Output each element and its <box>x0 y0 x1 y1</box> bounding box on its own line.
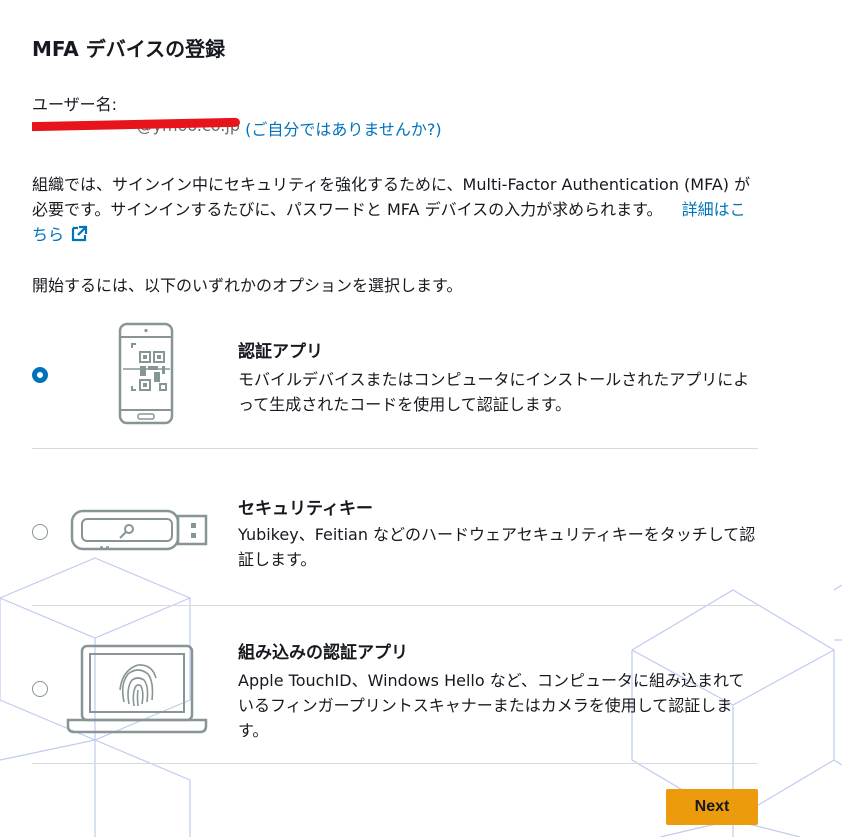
username-value: @ymoo.co.jp <box>32 116 240 135</box>
option-desc-security-key: Yubikey、Feitian などのハードウェアセキュリティキーをタッチして認… <box>238 525 756 569</box>
option-desc-builtin-authenticator: Apple TouchID、Windows Hello など、コンピュータに組み… <box>238 671 745 740</box>
username-label: ユーザー名: <box>32 95 118 114</box>
radio-authenticator-app[interactable] <box>32 367 48 383</box>
username-row: @ymoo.co.jp (ご自分ではありませんか?) <box>32 116 442 140</box>
mfa-description: 組織では、サインイン中にセキュリティを強化するために、Multi-Factor … <box>32 172 758 250</box>
not-you-link[interactable]: (ご自分ではありませんか?) <box>245 120 442 139</box>
divider <box>32 605 758 606</box>
option-desc-authenticator-app: モバイルデバイスまたはコンピュータにインストールされたアプリによって生成されたコ… <box>238 370 750 414</box>
external-link-icon <box>70 225 88 250</box>
description-text: 組織では、サインイン中にセキュリティを強化するために、Multi-Factor … <box>32 175 751 219</box>
radio-builtin-authenticator[interactable] <box>32 681 48 697</box>
radio-security-key[interactable] <box>32 524 48 540</box>
divider <box>32 448 758 449</box>
phone-qr-icon <box>118 322 176 430</box>
instruction-text: 開始するには、以下のいずれかのオプションを選択します。 <box>32 276 463 295</box>
laptop-fingerprint-icon <box>66 644 208 740</box>
usb-key-icon <box>70 503 210 559</box>
option-title-builtin-authenticator: 組み込みの認証アプリ <box>238 643 408 663</box>
page-title: MFA デバイスの登録 <box>32 37 226 61</box>
next-button[interactable]: Next <box>666 789 758 825</box>
divider <box>32 763 758 764</box>
option-title-authenticator-app: 認証アプリ <box>238 342 323 362</box>
option-title-security-key: セキュリティキー <box>238 499 373 519</box>
